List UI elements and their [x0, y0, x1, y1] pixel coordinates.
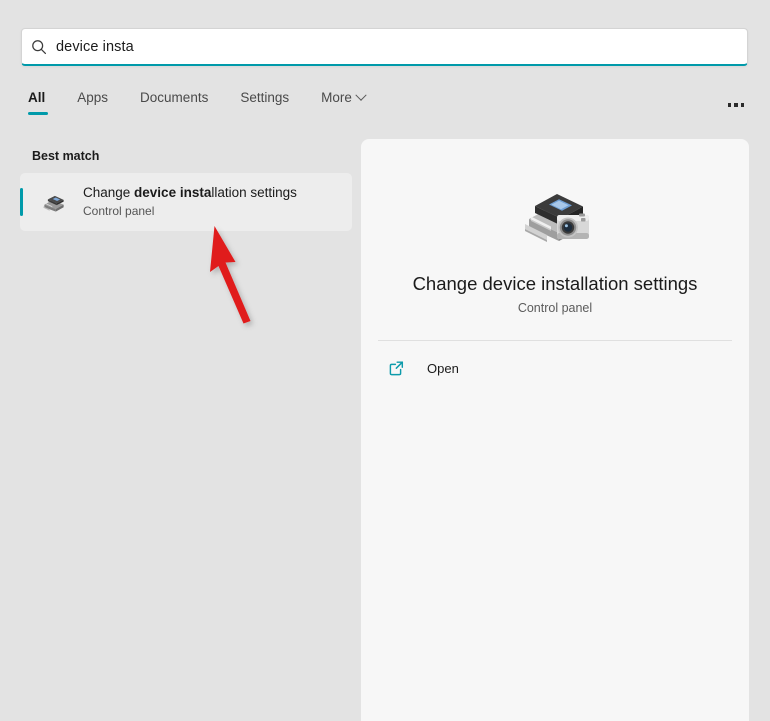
result-title-suffix: llation settings	[211, 185, 297, 200]
best-match-result-item[interactable]: Change device installation settings Cont…	[20, 173, 352, 231]
preview-subtitle: Control panel	[518, 301, 592, 315]
tab-all-label: All	[28, 90, 45, 105]
selection-indicator	[20, 188, 23, 216]
search-box[interactable]	[21, 28, 748, 66]
tab-more[interactable]: More	[321, 88, 365, 115]
printer-device-icon	[38, 188, 70, 216]
result-subtitle: Control panel	[83, 203, 297, 220]
filter-tabs: All Apps Documents Settings More	[28, 88, 750, 122]
tab-settings[interactable]: Settings	[240, 88, 289, 115]
result-title-match: device insta	[134, 185, 211, 200]
ellipsis-dot	[728, 103, 732, 107]
results-column: Best match Change device installation s	[20, 140, 352, 231]
ellipsis-dot	[734, 103, 738, 107]
preview-hero: Change device installation settings Cont…	[361, 139, 749, 315]
tab-apps-label: Apps	[77, 90, 108, 105]
preview-panel: Change device installation settings Cont…	[361, 139, 749, 721]
open-action-row[interactable]: Open	[371, 350, 739, 386]
result-title: Change device installation settings	[83, 184, 297, 202]
ellipsis-dot	[741, 103, 745, 107]
result-text-block: Change device installation settings Cont…	[83, 184, 297, 219]
annotation-arrow	[190, 215, 270, 335]
open-action-label: Open	[427, 361, 459, 376]
tab-documents[interactable]: Documents	[140, 88, 208, 115]
tab-apps[interactable]: Apps	[77, 88, 108, 115]
tab-more-label: More	[321, 90, 352, 105]
more-options-button[interactable]	[722, 92, 750, 118]
preview-divider	[378, 340, 732, 341]
result-title-prefix: Change	[83, 185, 134, 200]
tab-settings-label: Settings	[240, 90, 289, 105]
open-external-icon	[385, 360, 407, 377]
search-input[interactable]	[56, 29, 747, 64]
preview-title: Change device installation settings	[413, 273, 698, 295]
tab-all[interactable]: All	[28, 88, 45, 115]
search-icon	[22, 39, 56, 55]
best-match-label: Best match	[32, 149, 352, 163]
chevron-down-icon	[355, 89, 366, 100]
printer-camera-device-icon	[507, 175, 603, 255]
tab-documents-label: Documents	[140, 90, 208, 105]
